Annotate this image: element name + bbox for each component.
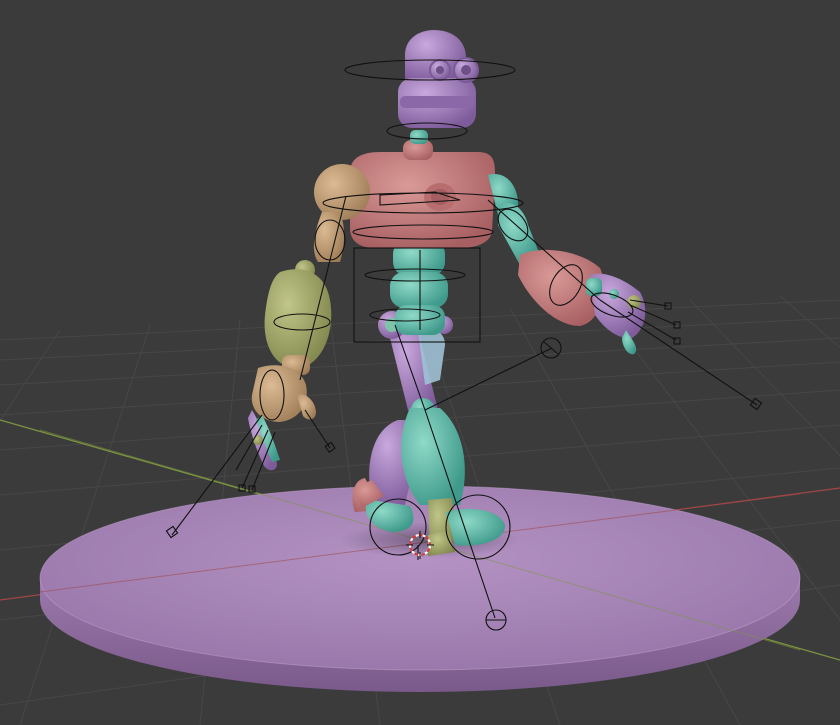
3d-viewport[interactable] [0,0,840,725]
platform-top [40,486,800,670]
right-pupil [461,65,471,75]
spine-segment-2 [390,272,448,308]
head-band [400,96,474,108]
torso [350,152,495,248]
neck-joint [410,130,428,144]
viewport-canvas[interactable] [0,0,840,725]
chest-socket-inner [431,189,449,205]
platform[interactable] [39,485,801,692]
left-pupil [436,66,444,74]
